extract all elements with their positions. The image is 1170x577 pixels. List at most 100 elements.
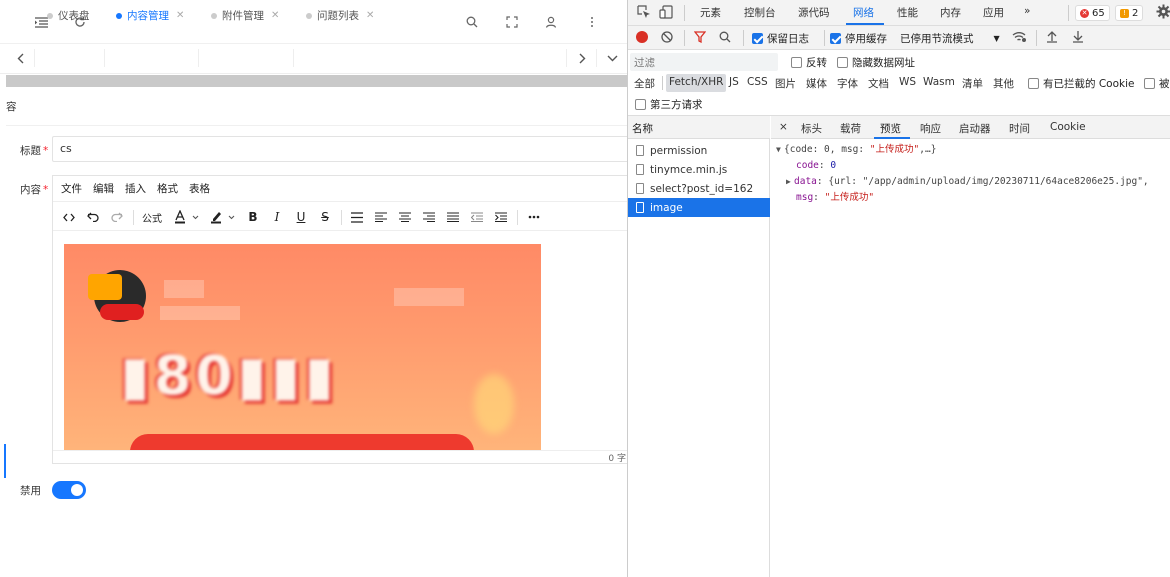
align-right-icon[interactable] xyxy=(421,209,437,225)
underline-icon[interactable]: U xyxy=(293,209,309,225)
align-center-icon[interactable] xyxy=(397,209,413,225)
tab-dashboard[interactable]: 仪表盘 xyxy=(47,7,90,24)
expanded-triangle-icon[interactable]: ▼ xyxy=(776,142,784,158)
close-icon[interactable]: ✕ xyxy=(271,10,279,21)
blocked-cookies-checkbox[interactable]: 有已拦截的 Cookie xyxy=(1028,76,1134,91)
tab-headers[interactable]: 标头 xyxy=(801,121,822,136)
close-icon[interactable]: ✕ xyxy=(366,10,374,21)
tab-attachment-management[interactable]: 附件管理 ✕ xyxy=(211,7,279,24)
outdent-icon[interactable] xyxy=(469,209,485,225)
tab-console[interactable]: 控制台 xyxy=(744,5,776,21)
tab-timing[interactable]: 时间 xyxy=(1009,121,1030,136)
tab-payload[interactable]: 载荷 xyxy=(840,121,861,136)
close-detail-icon[interactable]: × xyxy=(779,121,788,133)
fullscreen-icon[interactable] xyxy=(504,14,520,30)
filter-type-media[interactable]: 媒体 xyxy=(803,74,830,92)
hide-data-urls-checkbox[interactable]: 隐藏数据网址 xyxy=(837,55,915,70)
tab-cookies[interactable]: Cookie xyxy=(1050,121,1086,133)
undo-icon[interactable] xyxy=(85,209,101,225)
filter-type-img[interactable]: 图片 xyxy=(772,74,799,92)
admin-app: 仪表盘 内容管理 ✕ 附件管理 ✕ 问题列表 ✕ 容 标题 * cs 内容 * … xyxy=(0,0,627,577)
filter-type-all[interactable]: 全部 xyxy=(631,74,658,92)
blocked-requests-checkbox[interactable]: 被 xyxy=(1144,76,1170,91)
filter-icon[interactable] xyxy=(694,31,706,43)
italic-icon[interactable]: I xyxy=(269,209,285,225)
filter-type-css[interactable]: CSS xyxy=(744,74,771,92)
record-icon[interactable] xyxy=(636,31,648,43)
settings-gear-icon[interactable] xyxy=(1156,4,1170,19)
filter-type-manifest[interactable]: 清单 xyxy=(959,74,986,92)
search-icon[interactable] xyxy=(719,31,731,43)
throttle-select[interactable]: 已停用节流模式 ▼ xyxy=(900,31,1000,46)
tabs-scroll-left-icon[interactable] xyxy=(12,50,28,66)
checkbox-icon xyxy=(635,99,646,110)
source-code-icon[interactable] xyxy=(61,209,77,225)
close-icon[interactable]: ✕ xyxy=(176,10,184,21)
menu-table[interactable]: 表格 xyxy=(189,181,210,196)
menu-edit[interactable]: 编辑 xyxy=(93,181,114,196)
tabs-scroll-right-icon[interactable] xyxy=(574,50,590,66)
clear-icon[interactable] xyxy=(661,31,673,43)
filter-type-ws[interactable]: WS xyxy=(896,74,919,92)
disabled-switch[interactable] xyxy=(52,481,86,499)
filter-input[interactable]: 过滤 xyxy=(630,53,778,71)
invert-checkbox[interactable]: 反转 xyxy=(791,55,827,70)
indent-icon[interactable] xyxy=(493,209,509,225)
more-tabs-button[interactable]: » xyxy=(1024,5,1030,21)
menu-insert[interactable]: 插入 xyxy=(125,181,146,196)
title-input[interactable]: cs xyxy=(52,136,627,162)
json-data-row[interactable]: ▶ data: {url: "/app/admin/upload/img/2023… xyxy=(771,174,1170,190)
line-height-icon[interactable] xyxy=(349,209,365,225)
tab-sources[interactable]: 源代码 xyxy=(798,5,830,21)
tabs-dropdown-icon[interactable] xyxy=(604,50,620,66)
tab-memory[interactable]: 内存 xyxy=(940,5,961,21)
tab-preview[interactable]: 预览 xyxy=(880,121,901,136)
more-vertical-icon[interactable] xyxy=(584,14,600,30)
search-icon[interactable] xyxy=(464,14,480,30)
collapsed-triangle-icon[interactable]: ▶ xyxy=(786,174,794,190)
request-select-post[interactable]: select?post_id=162 xyxy=(628,179,770,198)
formula-button[interactable]: 公式 xyxy=(139,209,165,225)
editor-content-area[interactable]: ▮80▮▮▮ xyxy=(53,232,627,450)
import-har-icon[interactable] xyxy=(1046,30,1058,43)
name-column-header[interactable]: 名称 xyxy=(628,116,770,139)
menu-file[interactable]: 文件 xyxy=(61,181,82,196)
json-root-row[interactable]: ▼ {code: 0, msg: "上传成功",…} xyxy=(771,142,1170,158)
preserve-log-checkbox[interactable]: 保留日志 xyxy=(752,31,809,46)
tab-network[interactable]: 网络 xyxy=(853,5,874,21)
align-justify-icon[interactable] xyxy=(445,209,461,225)
tab-issue-list[interactable]: 问题列表 ✕ xyxy=(306,7,374,24)
filter-type-other[interactable]: 其他 xyxy=(990,74,1017,92)
tab-performance[interactable]: 性能 xyxy=(897,5,918,21)
bold-icon[interactable]: B xyxy=(245,209,261,225)
error-count-badge[interactable]: ✕ 65 xyxy=(1075,5,1110,21)
filter-type-fetch-xhr[interactable]: Fetch/XHR xyxy=(666,74,727,92)
more-horizontal-icon[interactable] xyxy=(525,209,543,225)
network-conditions-icon[interactable] xyxy=(1012,30,1027,43)
align-left-icon[interactable] xyxy=(373,209,389,225)
request-tinymce[interactable]: tinymce.min.js xyxy=(628,160,770,179)
text-color-icon[interactable] xyxy=(173,209,203,225)
tab-application[interactable]: 应用 xyxy=(983,5,1004,21)
tab-initiator[interactable]: 启动器 xyxy=(959,121,991,136)
tab-response[interactable]: 响应 xyxy=(920,121,941,136)
filter-type-wasm[interactable]: Wasm xyxy=(920,74,958,92)
third-party-checkbox[interactable]: 第三方请求 xyxy=(635,97,703,112)
user-icon[interactable] xyxy=(543,14,559,30)
filter-type-js[interactable]: JS xyxy=(726,74,742,92)
strikethrough-icon[interactable]: S xyxy=(317,209,333,225)
request-permission[interactable]: permission xyxy=(628,141,770,160)
request-image[interactable]: image xyxy=(628,198,770,217)
tab-content-management[interactable]: 内容管理 ✕ xyxy=(116,7,184,24)
inspect-element-icon[interactable] xyxy=(637,5,651,19)
redo-icon[interactable] xyxy=(109,209,125,225)
filter-type-font[interactable]: 字体 xyxy=(834,74,861,92)
disable-cache-checkbox[interactable]: 停用缓存 xyxy=(830,31,887,46)
filter-type-doc[interactable]: 文档 xyxy=(865,74,892,92)
highlight-color-icon[interactable] xyxy=(209,209,239,225)
tab-elements[interactable]: 元素 xyxy=(700,5,721,21)
warning-count-badge[interactable]: ! 2 xyxy=(1115,5,1144,21)
device-toolbar-icon[interactable] xyxy=(659,5,673,19)
export-har-icon[interactable] xyxy=(1072,30,1084,43)
menu-format[interactable]: 格式 xyxy=(157,181,178,196)
